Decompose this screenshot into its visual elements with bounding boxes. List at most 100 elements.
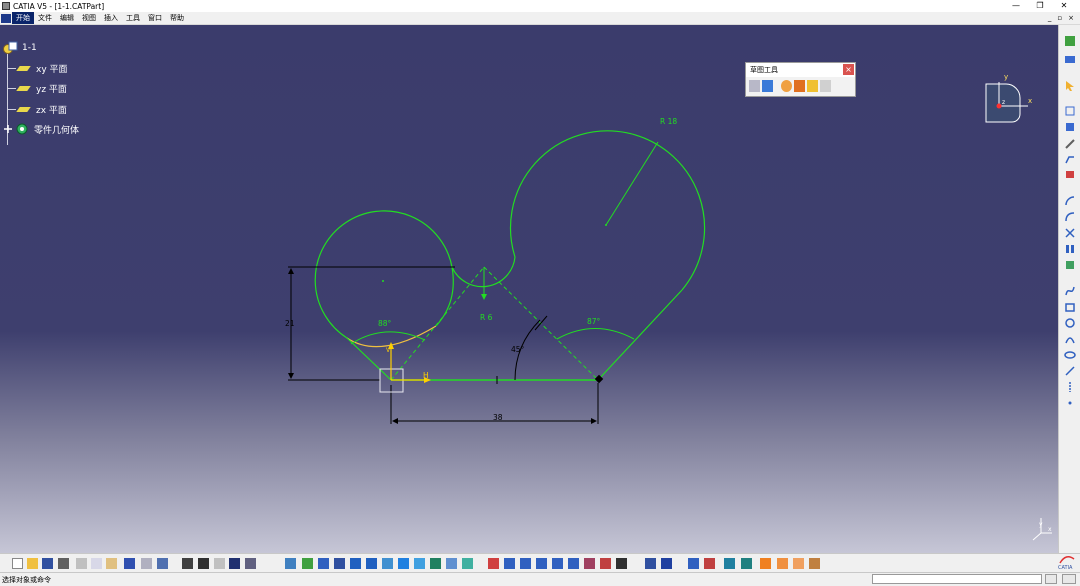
sketch-tools-close-button[interactable]: × — [843, 64, 854, 75]
fit-all-icon[interactable] — [302, 558, 313, 569]
angle-88-label[interactable]: 88° — [378, 319, 392, 328]
menu-edit[interactable]: 编辑 — [56, 12, 78, 24]
angle-87-label[interactable]: 87° — [587, 317, 601, 326]
profile-icon[interactable] — [1064, 153, 1076, 165]
sketch-icon[interactable] — [1064, 53, 1076, 65]
magnify-icon[interactable] — [245, 558, 256, 569]
rectangle-tool-icon[interactable] — [1064, 168, 1076, 180]
command-history-button[interactable] — [1062, 574, 1076, 584]
angle-45-label[interactable]: 45° — [511, 345, 525, 354]
trim-icon[interactable] — [1064, 227, 1076, 239]
command-button[interactable] — [1045, 574, 1057, 584]
comment-icon[interactable] — [198, 558, 209, 569]
coincidence-icon[interactable] — [520, 558, 531, 569]
rectangle-icon[interactable] — [1064, 301, 1076, 313]
geometric-constraints-icon[interactable] — [794, 80, 805, 92]
render-icon[interactable] — [777, 558, 788, 569]
pan-icon[interactable] — [318, 558, 329, 569]
open-icon[interactable] — [27, 558, 38, 569]
new-icon[interactable] — [12, 558, 23, 569]
whats-this-icon[interactable] — [157, 558, 168, 569]
dim-38-label[interactable]: 38 — [493, 413, 503, 422]
r6-label[interactable]: R 6 — [480, 313, 493, 322]
print-icon[interactable] — [58, 558, 69, 569]
select-arrow-icon[interactable] — [1064, 80, 1076, 92]
menu-view[interactable]: 视图 — [78, 12, 100, 24]
menu-start[interactable]: 开始 — [12, 12, 34, 24]
curve-icon[interactable] — [1064, 333, 1076, 345]
menu-window[interactable]: 窗口 — [144, 12, 166, 24]
compass[interactable]: y x z — [984, 70, 1044, 126]
view-mode-icon[interactable] — [414, 558, 425, 569]
sketch-tools-header[interactable]: 草图工具 — [746, 63, 855, 77]
dimensional-constraints-icon[interactable] — [807, 80, 818, 92]
material-icon[interactable] — [793, 558, 804, 569]
sheet-icon[interactable] — [584, 558, 595, 569]
hide-show-icon[interactable] — [430, 558, 441, 569]
constraint-edit-icon[interactable] — [488, 558, 499, 569]
inertia-icon[interactable] — [741, 558, 752, 569]
save-icon[interactable] — [42, 558, 53, 569]
right-tangent-line[interactable] — [597, 289, 683, 381]
spline-icon[interactable] — [1064, 285, 1076, 297]
zoom-in-icon[interactable] — [350, 558, 361, 569]
menu-help[interactable]: 帮助 — [166, 12, 188, 24]
doc-close-button[interactable]: × — [1068, 14, 1074, 22]
sweep-icon[interactable] — [600, 558, 611, 569]
sketch-canvas[interactable]: R 18 R 6 21 38 88° 87° 45° H V y x — [0, 25, 1058, 553]
sketch-viewport[interactable]: 1-1 xy 平面 yz 平面 zx 平面 零件几何体 R 18 R 6 21 … — [0, 25, 1058, 553]
restore-button[interactable]: ❐ — [1028, 0, 1052, 12]
automatic-dimensions-icon[interactable] — [820, 80, 831, 92]
menu-insert[interactable]: 插入 — [100, 12, 122, 24]
snapshot-icon[interactable] — [616, 558, 627, 569]
grid-icon[interactable] — [749, 80, 760, 92]
pencil-icon[interactable] — [1064, 138, 1076, 150]
arc-icon[interactable] — [1064, 195, 1076, 207]
command-input[interactable] — [872, 574, 1042, 584]
zoom-out-icon[interactable] — [366, 558, 377, 569]
close-button[interactable]: ✕ — [1052, 0, 1076, 12]
left-tangent-line[interactable] — [346, 337, 392, 381]
knowledge-icon[interactable] — [214, 558, 225, 569]
dimension-icon[interactable] — [645, 558, 656, 569]
project-3d-icon[interactable] — [1064, 259, 1076, 271]
quick-view-icon[interactable] — [398, 558, 409, 569]
cut-icon[interactable] — [76, 558, 87, 569]
sketch-tools-toolbar[interactable]: 草图工具 × — [745, 62, 856, 97]
rotate-icon[interactable] — [334, 558, 345, 569]
measure-icon[interactable] — [724, 558, 735, 569]
cut-part-icon[interactable] — [462, 558, 473, 569]
minimize-button[interactable]: — — [1004, 0, 1028, 12]
paste-icon[interactable] — [106, 558, 117, 569]
doc-minimize-button[interactable]: _ — [1048, 14, 1052, 22]
axis-icon[interactable] — [1064, 381, 1076, 393]
analysis-icon[interactable] — [704, 558, 715, 569]
dim-21-label[interactable]: 21 — [285, 319, 295, 328]
fly-mode-icon[interactable] — [285, 558, 296, 569]
fix-icon[interactable] — [1064, 121, 1076, 133]
menu-tools[interactable]: 工具 — [122, 12, 144, 24]
copy-icon[interactable] — [91, 558, 102, 569]
contact-constraint-icon[interactable] — [504, 558, 515, 569]
point-icon[interactable] — [1064, 397, 1076, 409]
offset-constraint-icon[interactable] — [536, 558, 547, 569]
fix-component-icon[interactable] — [568, 558, 579, 569]
angle-constraint-icon[interactable] — [552, 558, 563, 569]
normal-view-icon[interactable] — [382, 558, 393, 569]
construction-element-icon[interactable] — [781, 80, 792, 92]
snap-to-point-icon[interactable] — [762, 80, 773, 92]
ellipse-icon[interactable] — [1064, 349, 1076, 361]
constraint-icon[interactable] — [1064, 105, 1076, 117]
exit-workbench-icon[interactable] — [1064, 35, 1076, 47]
catia-menu-icon[interactable] — [1, 13, 11, 23]
line-icon[interactable] — [1064, 365, 1076, 377]
circle-icon[interactable] — [1064, 317, 1076, 329]
light-icon[interactable] — [760, 558, 771, 569]
corner-icon[interactable] — [1064, 211, 1076, 223]
table-icon[interactable] — [229, 558, 240, 569]
swap-visible-icon[interactable] — [446, 558, 457, 569]
grid-tool-icon[interactable] — [688, 558, 699, 569]
menu-file[interactable]: 文件 — [34, 12, 56, 24]
undo-icon[interactable] — [124, 558, 135, 569]
r18-label[interactable]: R 18 — [660, 117, 677, 126]
